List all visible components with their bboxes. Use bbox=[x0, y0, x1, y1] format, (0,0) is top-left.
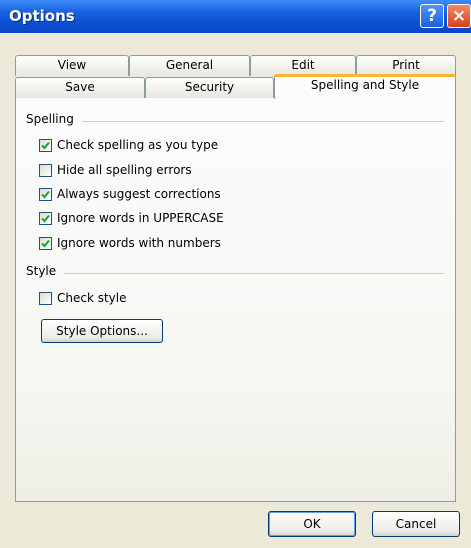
ignore-words-with-numbers-label: Ignore words with numbers bbox=[57, 236, 221, 250]
hide-all-spelling-errors-label: Hide all spelling errors bbox=[57, 163, 192, 177]
spelling-divider bbox=[82, 121, 444, 122]
hide-all-spelling-errors-checkbox[interactable] bbox=[39, 163, 52, 177]
tab-edit[interactable]: Edit bbox=[250, 55, 356, 76]
ignore-words-in-uppercase-label: Ignore words in UPPERCASE bbox=[57, 211, 224, 225]
ok-button[interactable]: OK bbox=[268, 511, 356, 537]
spelling-heading: Spelling bbox=[26, 112, 74, 126]
always-suggest-corrections-option[interactable]: Always suggest corrections bbox=[39, 185, 221, 203]
ignore-words-with-numbers-checkbox[interactable] bbox=[39, 236, 52, 250]
always-suggest-corrections-checkbox[interactable] bbox=[39, 187, 52, 201]
tab-view[interactable]: View bbox=[15, 55, 129, 76]
ignore-words-with-numbers-option[interactable]: Ignore words with numbers bbox=[39, 234, 221, 252]
check-spelling-as-you-type-label: Check spelling as you type bbox=[57, 138, 219, 152]
tab-panel-spelling-and-style: Spelling Check spelling as you type Hide… bbox=[15, 98, 456, 502]
check-spelling-as-you-type-checkbox[interactable] bbox=[39, 138, 52, 152]
always-suggest-corrections-label: Always suggest corrections bbox=[57, 187, 221, 201]
check-style-option[interactable]: Check style bbox=[39, 289, 127, 307]
hide-all-spelling-errors-option[interactable]: Hide all spelling errors bbox=[39, 161, 192, 179]
help-button[interactable]: ? bbox=[420, 4, 444, 28]
check-spelling-as-you-type-option[interactable]: Check spelling as you type bbox=[39, 136, 218, 154]
close-button[interactable]: × bbox=[447, 4, 471, 28]
ignore-words-in-uppercase-option[interactable]: Ignore words in UPPERCASE bbox=[39, 209, 224, 227]
tab-save[interactable]: Save bbox=[15, 77, 145, 98]
style-options-button[interactable]: Style Options... bbox=[41, 319, 163, 343]
check-style-checkbox[interactable] bbox=[39, 291, 52, 305]
tab-security[interactable]: Security bbox=[145, 77, 274, 98]
ignore-words-in-uppercase-checkbox[interactable] bbox=[39, 211, 52, 225]
check-style-label: Check style bbox=[57, 291, 127, 305]
style-heading: Style bbox=[26, 264, 57, 278]
tab-spelling-and-style[interactable]: Spelling and Style bbox=[274, 74, 456, 99]
tab-print[interactable]: Print bbox=[356, 55, 456, 76]
check-mark-icon bbox=[41, 190, 50, 198]
title-bar[interactable]: Options ? × bbox=[0, 0, 471, 33]
options-dialog: Options ? × View General Edit Print Save… bbox=[0, 0, 471, 548]
check-mark-icon bbox=[41, 141, 50, 149]
check-mark-icon bbox=[41, 214, 50, 222]
cancel-button[interactable]: Cancel bbox=[372, 511, 460, 537]
style-divider bbox=[64, 273, 444, 274]
window-title: Options bbox=[9, 7, 75, 25]
check-mark-icon bbox=[41, 239, 50, 247]
tab-general[interactable]: General bbox=[129, 55, 250, 76]
